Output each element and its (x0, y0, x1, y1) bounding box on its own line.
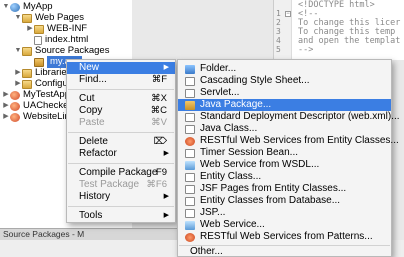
timer-bean-icon (185, 149, 195, 158)
menu-item-paste: Paste ⌘V (79, 117, 167, 128)
submenu-arrow-icon: ▶ (163, 150, 169, 157)
rest-service-icon (185, 137, 195, 146)
submenu-item-java-class[interactable]: Java Class... (178, 123, 391, 135)
menu-separator (68, 163, 174, 164)
submenu-item-web-xml[interactable]: Standard Deployment Descriptor (web.xml)… (178, 111, 400, 123)
xml-file-icon (185, 113, 195, 122)
fold-toggle-icon[interactable]: − (285, 11, 291, 17)
jsf-pages-icon (185, 185, 195, 194)
java-package-icon (185, 101, 195, 110)
code-line: --> (298, 45, 314, 55)
menu-item-copy[interactable]: Copy ⌘C (67, 105, 175, 117)
context-menu: New ▶ Find... ⌘F Cut ⌘X Copy ⌘C Paste ⌘V… (66, 59, 176, 223)
submenu-item-jsp[interactable]: JSP... (178, 207, 391, 219)
code-editor[interactable]: 1 2 3 4 5 − <!DOCTYPE html> <!-- To chan… (273, 0, 404, 60)
submenu-arrow-icon: ▶ (163, 64, 169, 71)
submenu-item-java-package[interactable]: Java Package... (178, 99, 391, 111)
navigator-panel-header: Source Packages - M (0, 228, 178, 240)
package-icon (34, 57, 44, 67)
expand-toggle-icon[interactable]: ▼ (2, 1, 10, 13)
submenu-item-rest-patterns[interactable]: RESTful Web Services from Patterns... (178, 231, 391, 243)
menu-item-new[interactable]: New ▶ (67, 62, 175, 74)
submenu-item-folder[interactable]: Folder... (178, 63, 391, 75)
folder-icon (22, 46, 32, 56)
tree-item-websitelink[interactable]: ▶ WebsiteLink (2, 111, 74, 123)
submenu-item-css[interactable]: Cascading Style Sheet... (178, 75, 391, 87)
submenu-item-timer-bean[interactable]: Timer Session Bean... (178, 147, 391, 159)
project-icon (10, 112, 20, 122)
rest-service-icon (185, 233, 195, 242)
project-icon (10, 90, 20, 100)
menu-separator (68, 206, 174, 207)
menu-item-test-package: Test Package ⌘F6 (79, 179, 167, 190)
database-entity-icon (185, 197, 195, 206)
menu-item-refactor[interactable]: Refactor ▶ (67, 148, 175, 160)
submenu-item-entity-class[interactable]: Entity Class... (178, 171, 391, 183)
expand-toggle-icon[interactable]: ▶ (2, 111, 10, 123)
expand-toggle-icon[interactable]: ▼ (14, 45, 22, 57)
submenu-item-rest-entity[interactable]: RESTful Web Services from Entity Classes… (178, 135, 399, 147)
jsp-file-icon (185, 209, 195, 218)
menu-item-history[interactable]: History ▶ (67, 191, 175, 203)
menu-item-compile-package[interactable]: Compile Package F9 (67, 167, 175, 179)
web-service-icon (185, 161, 195, 170)
menu-item-delete[interactable]: Delete ⌦ (67, 136, 175, 148)
css-file-icon (185, 77, 195, 86)
menu-item-cut[interactable]: Cut ⌘X (67, 93, 175, 105)
menu-separator (68, 89, 174, 90)
entity-class-icon (185, 173, 195, 182)
submenu-arrow-icon: ▶ (163, 212, 169, 219)
globe-icon (10, 2, 20, 12)
submenu-item-ws-from-wsdl[interactable]: Web Service from WSDL... (178, 159, 391, 171)
folder-icon (22, 79, 32, 89)
submenu-item-web-service[interactable]: Web Service... (178, 219, 391, 231)
menu-item-find[interactable]: Find... ⌘F (67, 74, 175, 86)
submenu-item-entity-from-db[interactable]: Entity Classes from Database... (178, 195, 391, 207)
expand-toggle-icon[interactable]: ▼ (14, 12, 22, 24)
expand-toggle-icon[interactable]: ▶ (26, 23, 34, 35)
submenu-item-other[interactable]: Other... (178, 246, 391, 257)
new-submenu: Folder... Cascading Style Sheet... Servl… (177, 59, 400, 257)
web-service-icon (185, 221, 195, 230)
folder-icon (34, 24, 44, 34)
java-class-icon (185, 125, 195, 134)
folder-icon (22, 68, 32, 78)
menu-item-tools[interactable]: Tools ▶ (67, 210, 175, 222)
folder-icon (22, 13, 32, 23)
submenu-item-servlet[interactable]: Servlet... (178, 87, 391, 99)
servlet-icon (185, 89, 195, 98)
html-file-icon (34, 35, 42, 45)
submenu-arrow-icon: ▶ (163, 193, 169, 200)
menu-separator (68, 132, 174, 133)
submenu-item-jsf-pages[interactable]: JSF Pages from Entity Classes... (178, 183, 391, 195)
folder-icon (185, 65, 195, 74)
project-icon (10, 101, 20, 111)
line-gutter: 1 2 3 4 5 − (274, 0, 292, 60)
